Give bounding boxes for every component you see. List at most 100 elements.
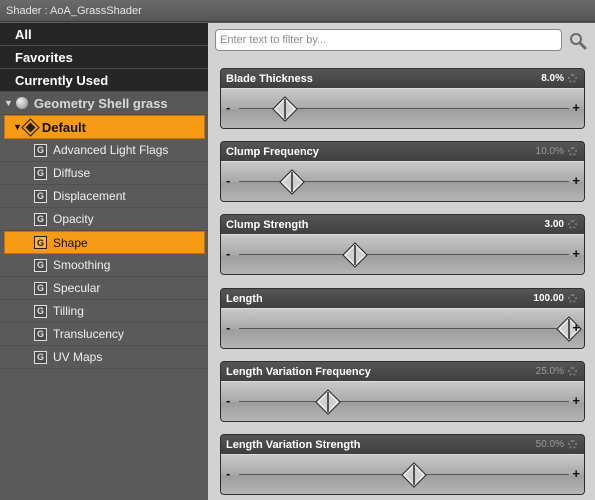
sidebar-item-label: Advanced Light Flags [53, 143, 169, 157]
slider-length: Length 100.00- + [220, 288, 585, 349]
slider-length-variation-frequency: Length Variation Frequency 25.0% - + [220, 361, 585, 422]
slider-blade-thickness: Blade Thickness 8.0% - + [220, 68, 585, 129]
sidebar-item-translucency[interactable]: G Translucency [0, 323, 208, 346]
category-favorites[interactable]: Favorites [0, 46, 208, 69]
slider-header: Clump Frequency 10.0% [221, 142, 584, 161]
slider-track-area[interactable]: - + [221, 381, 584, 421]
slider-label: Length Variation Frequency [226, 365, 371, 378]
decrement-button[interactable]: - [226, 246, 230, 261]
group-g-icon: G [34, 350, 47, 364]
slider-header: Length 100.00 [221, 289, 584, 308]
slider-label: Length Variation Strength [226, 438, 361, 451]
group-geometry-shell-grass[interactable]: ▼ Geometry Shell grass [0, 92, 208, 115]
expand-triangle-icon[interactable]: ▼ [13, 122, 22, 132]
slider-thumb[interactable] [341, 242, 368, 268]
slider-value-group: 3.00 [545, 219, 577, 230]
geometry-shell-icon [15, 97, 28, 109]
gear-icon[interactable] [568, 74, 577, 83]
sidebar-item-label: Displacement [53, 189, 126, 203]
filter-input[interactable] [215, 29, 562, 51]
gear-icon[interactable] [568, 147, 577, 156]
slider-value[interactable]: 3.00 [545, 219, 564, 230]
slider-track[interactable] [239, 254, 569, 255]
decrement-button[interactable]: - [226, 320, 230, 335]
group-g-icon: G [34, 189, 47, 203]
slider-header: Blade Thickness 8.0% [221, 69, 584, 88]
decrement-button[interactable]: - [226, 466, 230, 481]
increment-button[interactable]: + [572, 466, 580, 481]
category-all[interactable]: All [0, 23, 208, 46]
sidebar-item-diffuse[interactable]: G Diffuse [0, 162, 208, 185]
slider-track-area[interactable]: - + [221, 454, 584, 494]
sidebar-item-label: Specular [53, 281, 101, 295]
material-icon [21, 117, 40, 137]
sidebar-item-label: Shape [53, 235, 88, 250]
increment-button[interactable]: + [572, 320, 580, 335]
sidebar-item-tilling[interactable]: G Tilling [0, 300, 208, 323]
slider-track-area[interactable]: - + [221, 88, 584, 128]
slider-value-group: 8.0% [541, 73, 577, 84]
gear-icon[interactable] [568, 294, 577, 303]
sidebar-item-smoothing[interactable]: G Smoothing [0, 254, 208, 277]
slider-value[interactable]: 10.0% [536, 146, 564, 157]
sidebar-item-specular[interactable]: G Specular [0, 277, 208, 300]
slider-track[interactable] [239, 401, 569, 402]
slider-value[interactable]: 8.0% [541, 73, 564, 84]
slider-header: Clump Strength 3.00 [221, 215, 584, 234]
sidebar-item-label: Translucency [53, 327, 124, 341]
search-icon[interactable] [568, 31, 588, 51]
decrement-button[interactable]: - [226, 100, 230, 115]
sidebar-item-label: Opacity [53, 212, 94, 226]
slider-value-group: 50.0% [536, 439, 577, 450]
group-label: Geometry Shell grass [33, 95, 168, 111]
group-g-icon: G [34, 212, 47, 226]
slider-value-group: 100.00 [533, 293, 577, 304]
slider-header: Length Variation Strength 50.0% [221, 435, 584, 454]
sidebar-item-label: Smoothing [53, 258, 111, 272]
sidebar: All Favorites Currently Used ▼ Geometry … [0, 23, 208, 500]
slider-label: Length [226, 292, 263, 305]
slider-thumb[interactable] [278, 169, 305, 195]
group-g-icon: G [34, 281, 47, 295]
slider-track-area[interactable]: - + [221, 308, 584, 348]
group-g-icon: G [34, 258, 47, 272]
increment-button[interactable]: + [572, 173, 580, 188]
sidebar-item-uv-maps[interactable]: G UV Maps [0, 346, 208, 369]
increment-button[interactable]: + [572, 393, 580, 408]
window-title: Shader : AoA_GrassShader [0, 0, 595, 22]
gear-icon[interactable] [568, 440, 577, 449]
slider-track[interactable] [239, 328, 569, 329]
decrement-button[interactable]: - [226, 393, 230, 408]
slider-value[interactable]: 50.0% [536, 439, 564, 450]
slider-thumb[interactable] [401, 462, 427, 488]
increment-button[interactable]: + [572, 246, 580, 261]
sidebar-item-displacement[interactable]: G Displacement [0, 185, 208, 208]
sidebar-item-label: Diffuse [53, 166, 91, 180]
slider-label: Clump Strength [226, 218, 309, 231]
decrement-button[interactable]: - [226, 173, 230, 188]
sidebar-item-advanced-light-flags[interactable]: G Advanced Light Flags [0, 139, 208, 162]
slider-header: Length Variation Frequency 25.0% [221, 362, 584, 381]
gear-icon[interactable] [568, 367, 577, 376]
expand-triangle-icon[interactable]: ▼ [4, 92, 13, 115]
slider-thumb[interactable] [315, 389, 341, 415]
slider-value[interactable]: 100.00 [533, 293, 564, 304]
group-g-icon: G [34, 236, 47, 249]
slider-value[interactable]: 25.0% [536, 366, 564, 377]
slider-label: Blade Thickness [226, 72, 313, 85]
group-g-icon: G [34, 166, 47, 180]
slider-track-area[interactable]: - + [221, 234, 584, 274]
slider-track-area[interactable]: - + [221, 161, 584, 201]
slider-thumb[interactable] [272, 96, 299, 122]
group-g-icon: G [34, 143, 47, 157]
property-panel: Blade Thickness8.0%-+Clump Frequency10.0… [208, 23, 595, 500]
sidebar-item-opacity[interactable]: G Opacity [0, 208, 208, 231]
material-label: Default [41, 119, 86, 135]
slider-value-group: 25.0% [536, 366, 577, 377]
gear-icon[interactable] [568, 220, 577, 229]
sidebar-item-label: Tilling [53, 304, 84, 318]
increment-button[interactable]: + [572, 100, 580, 115]
category-currently-used[interactable]: Currently Used [0, 69, 208, 92]
sidebar-item-shape[interactable]: G Shape [4, 231, 205, 254]
material-default[interactable]: ▼ Default [4, 115, 205, 139]
